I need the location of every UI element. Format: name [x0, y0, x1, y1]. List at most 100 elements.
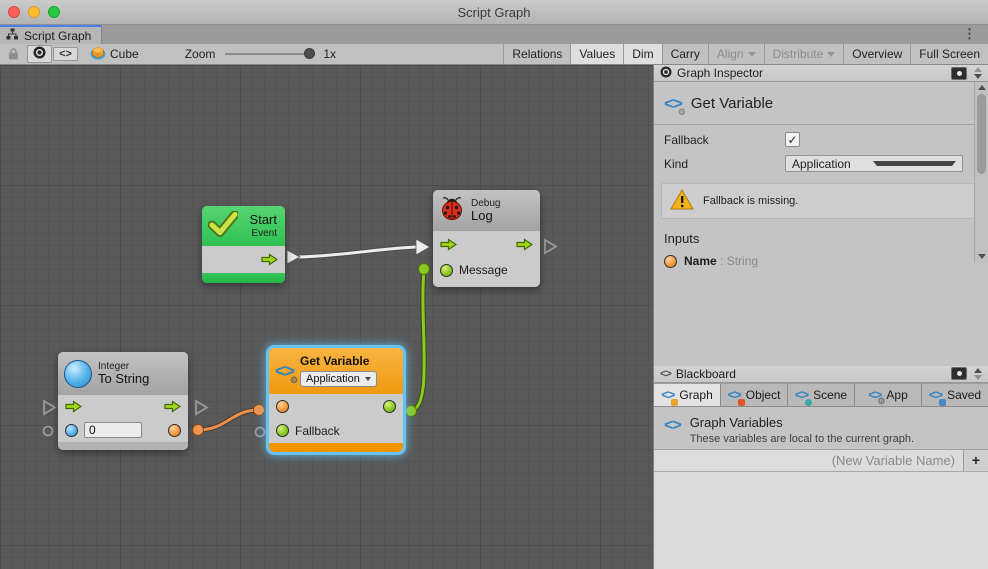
node-get-variable[interactable]: <>⚙ Get Variable Application Fal — [269, 348, 403, 452]
graph-hierarchy-icon — [6, 28, 19, 43]
code-view-toggle-button[interactable]: <> — [53, 47, 78, 61]
tab-scene[interactable]: <> Scene — [788, 383, 855, 406]
inspector-unit-title: <>⚙ Get Variable — [654, 82, 988, 125]
getvariable-fallback-empty-indicator — [256, 428, 265, 437]
carry-button[interactable]: Carry — [662, 44, 708, 64]
panel-title: Graph Inspector — [677, 66, 946, 80]
warning-box: Fallback is missing. — [661, 183, 981, 219]
integer-exec-in-empty-indicator — [44, 401, 55, 414]
node-integer-to-string[interactable]: Integer To String — [58, 352, 188, 450]
add-variable-button[interactable]: + — [964, 450, 988, 471]
values-button[interactable]: Values — [570, 44, 623, 64]
panel-window-icon[interactable] — [951, 367, 967, 380]
scrollbar-thumb[interactable] — [977, 94, 986, 174]
integer-input-port[interactable] — [65, 424, 78, 437]
start-node-header: Start Event — [202, 206, 285, 246]
scroll-down-icon[interactable] — [978, 254, 986, 259]
exec-output-port-icon[interactable] — [261, 253, 278, 266]
inspector-circle-icon — [33, 46, 46, 62]
exec-input-port-icon[interactable] — [440, 238, 457, 251]
node-title: To String — [98, 372, 149, 386]
node-start-event[interactable]: Start Event — [202, 206, 285, 283]
wires-layer — [0, 65, 653, 569]
message-input-port[interactable] — [440, 264, 453, 277]
variable-icon: <>⚙ — [664, 95, 682, 112]
tab-object[interactable]: <> Object — [721, 383, 788, 406]
fallback-checkbox[interactable]: ✓ — [785, 132, 800, 147]
new-variable-row: + — [654, 450, 988, 472]
dim-button[interactable]: Dim — [623, 44, 661, 64]
graph-inspector-header[interactable]: Graph Inspector — [654, 65, 988, 82]
tab-graph[interactable]: <> Graph — [654, 383, 721, 406]
panel-window-icon[interactable] — [951, 67, 967, 80]
string-output-port[interactable] — [168, 424, 181, 437]
wire-integer-to-getvariable — [198, 410, 259, 430]
graph-canvas[interactable]: Start Event — [0, 65, 653, 569]
node-title: Get Variable — [300, 355, 377, 368]
exec-output-port-icon[interactable] — [164, 400, 181, 413]
inspector-title: Get Variable — [691, 95, 773, 112]
node-title: Log — [471, 209, 500, 223]
orange-wire-endpoint — [193, 425, 204, 436]
zoom-slider[interactable] — [225, 53, 313, 55]
graph-variables-title: Graph Variables — [690, 415, 914, 430]
blackboard-icon: <> — [660, 368, 671, 380]
integer-node-footer — [58, 442, 188, 450]
tab-script-graph[interactable]: Script Graph — [0, 25, 102, 44]
graph-variables-icon: <> — [664, 418, 681, 449]
inspector-scrollbar[interactable] — [974, 82, 988, 263]
full-screen-button[interactable]: Full Screen — [910, 44, 988, 64]
node-debug-log[interactable]: Debug Log Message — [433, 190, 540, 287]
graph-variables-description: These variables are local to the current… — [690, 433, 914, 445]
debug-node-header: Debug Log — [433, 190, 540, 231]
right-panel: Graph Inspector <>⚙ Get Variable Fallbac… — [653, 65, 988, 569]
fallback-input-port[interactable] — [276, 424, 289, 437]
input-name-row: Name : String — [654, 246, 988, 268]
tab-app[interactable]: <>⚙ App — [855, 383, 922, 406]
input-name: Name — [684, 254, 717, 268]
zoom-slider-knob[interactable] — [304, 48, 315, 59]
tab-saved[interactable]: <> Saved — [922, 383, 988, 406]
integer-value-input[interactable] — [84, 422, 142, 438]
panel-resize-arrows[interactable] — [972, 368, 984, 380]
distribute-dropdown-button[interactable]: Distribute — [764, 44, 844, 64]
lock-icon[interactable] — [0, 48, 26, 60]
getvariable-node-footer — [269, 443, 403, 452]
integer-value-in-empty-indicator — [44, 427, 53, 436]
node-subtitle: Event — [250, 228, 277, 239]
graph-variables-block: <> Graph Variables These variables are l… — [654, 407, 988, 450]
new-variable-name-input[interactable] — [654, 450, 964, 471]
kind-dropdown[interactable]: Application — [785, 155, 963, 172]
overview-button[interactable]: Overview — [843, 44, 910, 64]
inputs-section-header: Inputs — [654, 219, 988, 246]
relations-button[interactable]: Relations — [503, 44, 570, 64]
variable-icon: <>⚙ — [275, 362, 294, 380]
fallback-label: Fallback — [664, 133, 785, 147]
exec-output-port-icon[interactable] — [516, 238, 533, 251]
scroll-up-icon[interactable] — [978, 85, 986, 90]
exec-input-port-icon[interactable] — [65, 400, 82, 413]
name-input-port[interactable] — [276, 400, 289, 413]
graph-inspector-toggle-button[interactable] — [27, 45, 52, 63]
window-title: Script Graph — [0, 5, 988, 20]
kebab-menu-icon[interactable]: ⋮ — [963, 26, 976, 42]
inspector-target-icon — [660, 66, 672, 81]
blackboard-header[interactable]: <> Blackboard — [654, 366, 988, 383]
target-object-label[interactable]: Cube — [110, 47, 139, 61]
wire-getvariable-to-message — [411, 271, 424, 411]
variable-kind-dropdown[interactable]: Application — [300, 371, 377, 387]
panel-title: Blackboard — [676, 367, 946, 381]
port-label: Message — [459, 263, 508, 277]
green-wire-endpoint — [419, 264, 430, 275]
variable-saved-icon: <> — [929, 388, 942, 401]
checkmark-icon — [208, 211, 238, 242]
warning-triangle-icon — [670, 189, 694, 213]
align-dropdown-button[interactable]: Align — [708, 44, 764, 64]
bolt-cube-icon — [90, 46, 106, 63]
warning-text: Fallback is missing. — [703, 195, 798, 207]
graph-badge-icon — [671, 399, 678, 406]
ladybug-icon — [439, 196, 465, 226]
value-output-port[interactable] — [383, 400, 396, 413]
variable-scene-icon: <> — [795, 388, 808, 401]
panel-resize-arrows[interactable] — [972, 67, 984, 79]
